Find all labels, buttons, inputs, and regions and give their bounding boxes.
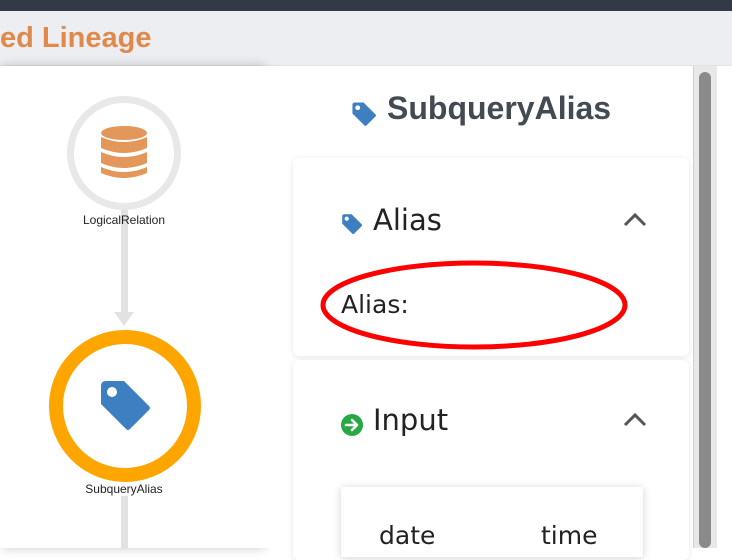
chevron-up-icon[interactable] [622, 412, 648, 428]
title-bar: ed Lineage [0, 11, 732, 66]
alias-section-title[interactable]: Alias [373, 203, 442, 237]
graph-node-logicalrelation[interactable] [67, 96, 181, 210]
node-label: SubqueryAlias [85, 482, 163, 496]
chevron-up-icon[interactable] [622, 212, 648, 228]
tag-icon [101, 381, 150, 430]
lineage-graph-panel[interactable]: LogicalRelation SubqueryAlias [0, 66, 263, 548]
node-label: LogicalRelation [82, 213, 166, 227]
alias-field-label: Alias: [341, 290, 409, 319]
input-section-title[interactable]: Input [373, 403, 448, 437]
scrollbar[interactable] [693, 66, 717, 548]
tag-icon [342, 214, 363, 235]
graph-edge [121, 496, 128, 548]
alias-section-card [293, 158, 689, 356]
column-header: time [541, 521, 598, 550]
detail-header: SubqueryAlias [387, 90, 612, 126]
database-icon [101, 126, 147, 178]
input-columns-table: date time [341, 487, 643, 557]
page-title: ed Lineage [0, 22, 152, 54]
column-header: date [379, 521, 436, 550]
top-dark-bar [0, 0, 732, 11]
arrow-circle-right-icon [341, 414, 363, 436]
tag-icon [352, 102, 377, 127]
page-edge [717, 66, 732, 548]
edge-arrowhead [114, 312, 134, 326]
graph-node-subqueryalias[interactable] [49, 330, 201, 482]
scrollbar-thumb[interactable] [699, 72, 711, 548]
